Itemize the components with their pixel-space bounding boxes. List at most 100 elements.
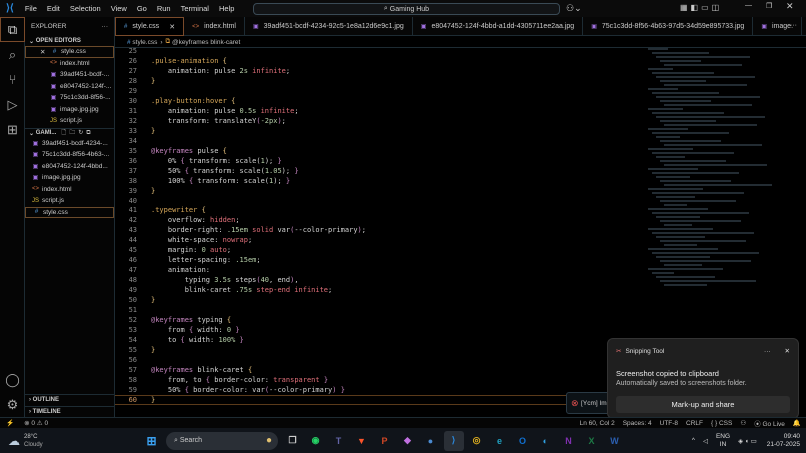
explorer-icon[interactable]: ⧉ [0, 17, 25, 42]
menu-view[interactable]: View [106, 4, 132, 13]
file-item[interactable]: ▣ 39adf451-bcdf-... [25, 69, 114, 81]
editor-tab[interactable]: <> index.html [184, 17, 245, 36]
minimap-line [664, 124, 757, 126]
minimap-line [660, 240, 746, 242]
run-debug-icon[interactable]: ▷ [0, 92, 25, 117]
code-token: margin: [151, 246, 202, 255]
editor-tab[interactable]: ▣ e8047452-124f-4bbd-a1dd-4305711ee2aa.jp… [413, 17, 584, 36]
source-control-icon[interactable]: ⑂ [0, 67, 25, 92]
powerpoint-icon[interactable]: P [375, 431, 395, 451]
excel-icon[interactable]: X [582, 431, 602, 451]
indentation[interactable]: Spaces: 4 [623, 420, 652, 427]
menu-edit[interactable]: Edit [42, 4, 65, 13]
file-type-icon: ▣ [420, 24, 427, 30]
onenote-icon[interactable]: N [559, 431, 579, 451]
line-endings[interactable]: CRLF [686, 420, 703, 427]
layout-icons[interactable]: ▦◧▭◫ [680, 3, 722, 12]
file-item[interactable]: ▣ 75c1c3dd-8f56-4b63-... [25, 149, 114, 161]
open-editors-header[interactable]: ⌄ OPEN EDITORS [25, 36, 114, 46]
clock[interactable]: 09:40 21-07-2025 [767, 433, 800, 449]
file-item[interactable]: JS script.js [25, 115, 114, 127]
restore-icon[interactable]: ❐ [766, 2, 772, 10]
encoding[interactable]: UTF-8 [660, 420, 678, 427]
outlook-icon[interactable]: O [513, 431, 533, 451]
file-item[interactable]: ▣ e8047452-124f-... [25, 81, 114, 93]
folder-actions-icons[interactable]: 🗋🗀↻⧉ [61, 128, 93, 138]
taskbar-search[interactable]: ⌕ Search ● [166, 431, 278, 450]
whatsapp-icon[interactable]: ◉ [306, 431, 326, 451]
menu-terminal[interactable]: Terminal [176, 4, 214, 13]
tabs-more-icon[interactable]: ··· [790, 22, 797, 29]
notifications-bell-icon[interactable]: 🔔 [793, 419, 801, 427]
chrome-icon[interactable]: ◎ [467, 431, 487, 451]
minimize-icon[interactable]: — [745, 2, 752, 9]
file-type-icon: ▣ [761, 24, 767, 30]
file-item[interactable]: ▣ 39adf451-bcdf-4234-... [25, 138, 114, 150]
menu-run[interactable]: Run [152, 4, 176, 13]
editor-tab[interactable]: # style.css ✕ [115, 17, 185, 36]
file-item[interactable]: # style.css [25, 206, 114, 218]
weather-widget[interactable]: ☁ 28°C Cloudy [0, 433, 140, 449]
extensions-icon[interactable]: ⊞ [0, 117, 25, 142]
editor-tab[interactable]: ▣ 75c1c3dd-8f56-4b63-97d5-34d59e895733.jp… [583, 17, 754, 36]
more-actions-icon[interactable]: ··· [102, 23, 109, 30]
copilot-icon[interactable]: ◆ [398, 431, 418, 451]
file-item[interactable]: <> index.html [25, 58, 114, 70]
account-icon[interactable]: ◯ [0, 367, 25, 392]
copilot-icon[interactable]: ⚇⌄ [566, 3, 582, 14]
cursor-position[interactable]: Ln 60, Col 2 [580, 420, 615, 427]
remote-icon[interactable]: ⚡ [0, 419, 20, 427]
menu-selection[interactable]: Selection [65, 4, 106, 13]
pen-icon[interactable]: ◁ [703, 437, 708, 445]
folder-header[interactable]: ⌄ GAMI... 🗋🗀↻⧉ [25, 127, 114, 138]
file-type-icon: <> [31, 186, 39, 193]
word-icon[interactable]: W [605, 431, 625, 451]
minimap-line [660, 160, 726, 162]
code-editor[interactable]: 25 26 .pulse-animation {27 animation: puls… [115, 46, 605, 405]
copilot-status-icon[interactable]: ⚇ [740, 419, 746, 427]
settings-gear-icon[interactable]: ⚙ [0, 392, 25, 417]
brave-icon[interactable]: ▼ [352, 431, 372, 451]
menu-help[interactable]: Help [214, 4, 239, 13]
menu-file[interactable]: File [20, 4, 42, 13]
close-icon[interactable]: ✕ [786, 1, 794, 12]
search-icon[interactable]: ⌕ [0, 42, 25, 67]
file-item[interactable]: ✕ # style.css [25, 46, 114, 58]
show-hidden-icons[interactable]: ^ [692, 437, 695, 444]
file-item[interactable]: ▣ 75c1c3dd-8f56-... [25, 92, 114, 104]
language-indicator[interactable]: ENG IN [716, 433, 730, 449]
menu-go[interactable]: Go [132, 4, 152, 13]
code-token: transform: [151, 116, 215, 125]
app2-icon[interactable]: ◐ [536, 431, 556, 451]
line-number: 30 [128, 96, 137, 105]
file-item[interactable]: ▣ image.jpg.jpg [25, 104, 114, 116]
problems-indicator[interactable]: ⊗ 0 ⚠ 0 [24, 419, 48, 427]
close-tab-icon[interactable]: ✕ [169, 23, 175, 31]
editor-tab[interactable]: ▣ 39adf451-bcdf-4234-92c5-1e8a12d6e9c1.jp… [245, 17, 413, 36]
command-center-search[interactable]: ⌕ Gaming Hub [253, 3, 560, 15]
file-item[interactable]: JS script.js [25, 195, 114, 207]
language-mode[interactable]: { } CSS [711, 420, 732, 427]
app-icon[interactable]: ● [421, 431, 441, 451]
vscode-icon[interactable]: ⟩ [443, 430, 464, 451]
wifi-volume-battery-icons[interactable]: ◈ ◖ ▭ [738, 437, 757, 445]
notification-more-button[interactable]: ··· [764, 348, 771, 355]
start-button[interactable]: ⊞ [142, 431, 162, 451]
go-live-button[interactable]: ⦿ Go Live [754, 418, 785, 428]
file-item[interactable]: ▣ e8047452-124f-4bbd... [25, 161, 114, 173]
task-view-icon[interactable]: ❐ [283, 431, 303, 451]
timeline-section[interactable]: › TIMELINE [25, 406, 115, 417]
notification-close-button[interactable]: ✕ [785, 347, 790, 355]
file-item[interactable]: ▣ image.jpg.jpg [25, 172, 114, 184]
file-item[interactable]: <> index.html [25, 184, 114, 196]
outline-section[interactable]: › OUTLINE [25, 394, 115, 405]
teams-icon[interactable]: T [329, 431, 349, 451]
close-editor-icon[interactable]: ✕ [40, 48, 50, 56]
minimap-line [660, 80, 706, 82]
markup-share-button[interactable]: Mark-up and share [616, 396, 790, 413]
edge-icon[interactable]: e [490, 431, 510, 451]
breadcrumb-file[interactable]: style.css [132, 39, 157, 46]
breadcrumb-symbol[interactable]: @keyframes blink-caret [172, 39, 240, 46]
error-toast[interactable]: ⊗ [Ycm] Im [566, 392, 610, 414]
code-token: } [239, 336, 244, 345]
